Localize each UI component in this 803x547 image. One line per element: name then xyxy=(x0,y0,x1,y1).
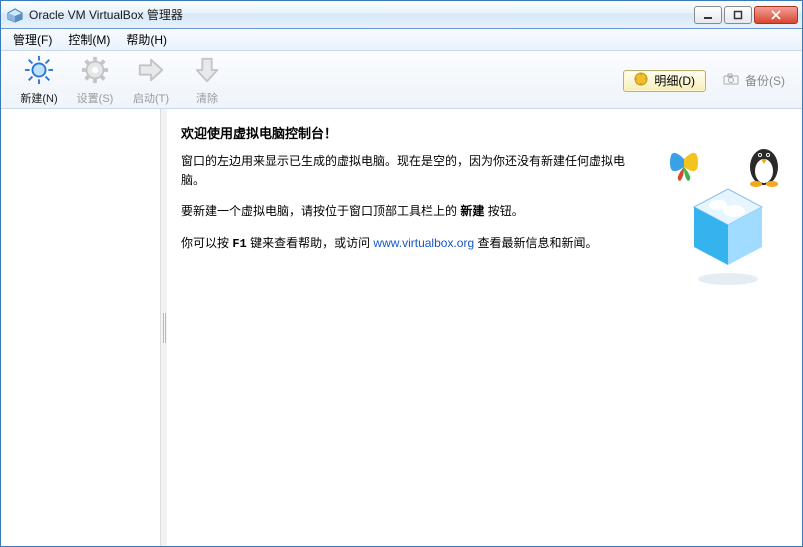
snapshots-toggle[interactable]: 备份(S) xyxy=(716,70,792,92)
close-button[interactable] xyxy=(754,6,798,24)
minimize-button[interactable] xyxy=(694,6,722,24)
camera-icon xyxy=(723,73,739,88)
welcome-p2: 要新建一个虚拟电脑，请按位于窗口顶部工具栏上的 新建 按钮。 xyxy=(181,202,641,221)
new-label: 新建(N) xyxy=(20,90,57,106)
discard-label: 清除 xyxy=(196,90,218,106)
details-icon xyxy=(634,72,648,89)
vm-list-sidebar[interactable] xyxy=(1,109,161,546)
new-bold-text: 新建 xyxy=(460,204,484,218)
virtualbox-link[interactable]: www.virtualbox.org xyxy=(373,236,474,250)
welcome-illustration xyxy=(660,139,790,289)
menu-bar: 管理(F) 控制(M) 帮助(H) xyxy=(1,29,802,51)
welcome-p3: 你可以按 F1 键来查看帮助，或访问 www.virtualbox.org 查看… xyxy=(181,234,641,254)
snapshots-label: 备份(S) xyxy=(745,72,785,89)
menu-help[interactable]: 帮助(H) xyxy=(118,29,175,50)
welcome-pane: 欢迎使用虚拟电脑控制台！ 窗口的左边用来显示已生成的虚拟电脑。现在是空的，因为你… xyxy=(167,109,802,546)
title-bar: Oracle VM VirtualBox 管理器 xyxy=(1,1,802,29)
menu-file[interactable]: 管理(F) xyxy=(5,29,60,50)
app-window: Oracle VM VirtualBox 管理器 管理(F) 控制(M) 帮助(… xyxy=(0,0,803,547)
details-label: 明细(D) xyxy=(654,72,695,89)
welcome-p1: 窗口的左边用来显示已生成的虚拟电脑。现在是空的，因为你还没有新建任何虚拟电脑。 xyxy=(181,152,641,190)
new-button[interactable]: 新建(N) xyxy=(11,52,67,109)
menu-control[interactable]: 控制(M) xyxy=(60,29,118,50)
f1-key-text: F1 xyxy=(232,237,246,251)
arrow-right-icon xyxy=(136,55,166,88)
start-button: 启动(T) xyxy=(123,52,179,109)
welcome-heading: 欢迎使用虚拟电脑控制台！ xyxy=(181,123,784,142)
discard-button: 清除 xyxy=(179,52,235,109)
app-icon xyxy=(7,7,23,23)
start-label: 启动(T) xyxy=(133,90,169,106)
arrow-down-icon xyxy=(192,55,222,88)
toolbar: 新建(N) 设置(S) xyxy=(1,51,802,109)
gear-icon xyxy=(80,55,110,88)
body: 欢迎使用虚拟电脑控制台！ 窗口的左边用来显示已生成的虚拟电脑。现在是空的，因为你… xyxy=(1,109,802,546)
maximize-button[interactable] xyxy=(724,6,752,24)
window-controls xyxy=(694,6,798,24)
sun-icon xyxy=(24,55,54,88)
details-toggle[interactable]: 明细(D) xyxy=(623,70,706,92)
settings-label: 设置(S) xyxy=(77,90,114,106)
window-title: Oracle VM VirtualBox 管理器 xyxy=(29,6,183,23)
settings-button: 设置(S) xyxy=(67,52,123,109)
